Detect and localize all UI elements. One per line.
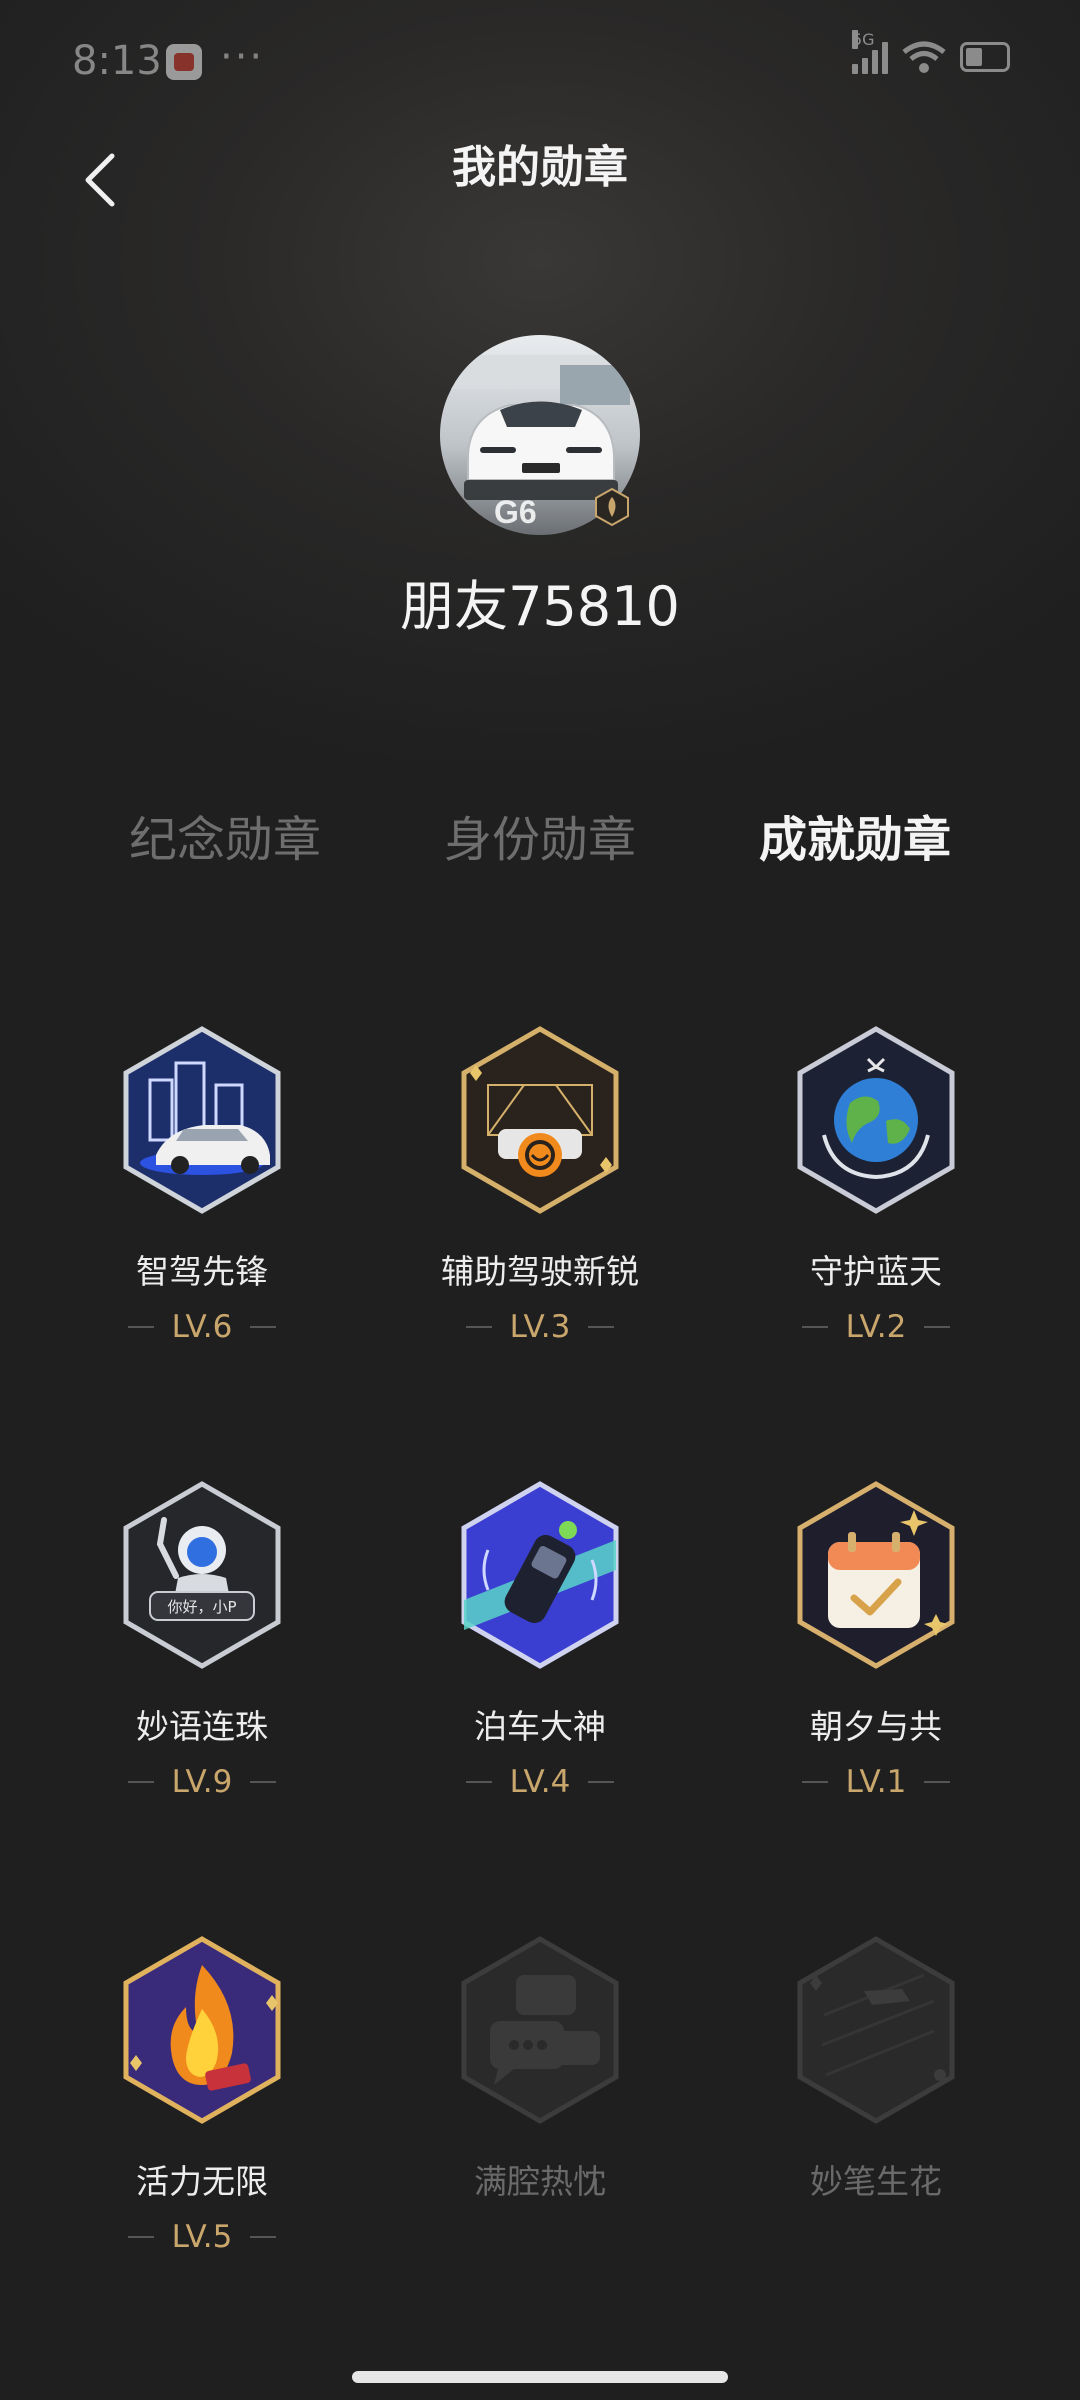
flame-icon [123,1936,281,2124]
medal-item[interactable]: 妙笔生花 [716,1935,1036,2265]
medal-name: 守护蓝天 [810,1252,942,1291]
status-bar: 8:13 ··· 5G [0,0,1080,120]
medal-item[interactable]: 满腔热忱 [380,1935,700,2265]
medal-level: LV.2 [716,1307,1036,1347]
page-title: 我的勋章 [452,142,628,193]
earth-hands-icon [797,1026,955,1214]
medal-item[interactable]: 守护蓝天 LV.2 [716,1025,1036,1355]
cell-signal-icon: 5G [852,30,888,74]
calendar-check-icon [797,1481,955,1669]
network-type-label: 5G [852,30,875,49]
medal-name: 辅助驾驶新锐 [441,1252,639,1291]
robot-greeting-text: 你好，小P [167,1598,236,1616]
medal-name: 泊车大神 [474,1707,606,1746]
battery-icon [960,42,1010,72]
medal-item[interactable]: 你好，小P 妙语连珠 LV.9 [42,1480,362,1810]
medal-name: 妙语连珠 [136,1707,268,1746]
medal-level: LV.6 [42,1307,362,1347]
medal-item[interactable]: 朝夕与共 LV.1 [716,1480,1036,1810]
medal-item[interactable]: 智驾先锋 LV.6 [42,1025,362,1355]
medal-level: LV.5 [42,2217,362,2257]
medal-item[interactable]: 泊车大神 LV.4 [380,1480,700,1810]
status-time: 8:13 [72,38,162,84]
medal-name: 智驾先锋 [136,1252,268,1291]
notification-app-icon [166,44,202,80]
username: 朋友75810 [400,575,680,638]
pen-icon [797,1936,955,2124]
car-model-watermark: G6 [494,494,537,530]
medal-item[interactable]: 辅助驾驶新锐 LV.3 [380,1025,700,1355]
medal-level: LV.4 [380,1762,700,1802]
medal-item[interactable]: 活力无限 LV.5 [42,1935,362,2265]
certified-badge-icon [595,487,629,527]
medal-tabs: 纪念勋章 身份勋章 成就勋章 [0,800,1080,880]
chat-bubbles-icon [461,1936,619,2124]
system-icons: 5G [852,30,1010,74]
parking-car-icon [461,1481,619,1669]
medal-name: 满腔热忱 [474,2162,606,2201]
wifi-icon [902,41,946,73]
robot-assistant-icon: 你好，小P [123,1481,281,1669]
medal-level: LV.9 [42,1762,362,1802]
medal-name: 朝夕与共 [810,1707,942,1746]
tab-achievement[interactable]: 成就勋章 [705,800,1005,880]
medal-level: LV.1 [716,1762,1036,1802]
medal-name: 活力无限 [136,2162,268,2201]
home-indicator[interactable] [352,2371,728,2383]
highway-car-icon [461,1026,619,1214]
medal-level: LV.3 [380,1307,700,1347]
more-notifications-icon: ··· [220,34,265,80]
medal-name: 妙笔生花 [810,2162,942,2201]
city-car-icon [123,1026,281,1214]
tab-identity[interactable]: 身份勋章 [390,800,690,880]
tab-commemorative[interactable]: 纪念勋章 [75,800,375,880]
